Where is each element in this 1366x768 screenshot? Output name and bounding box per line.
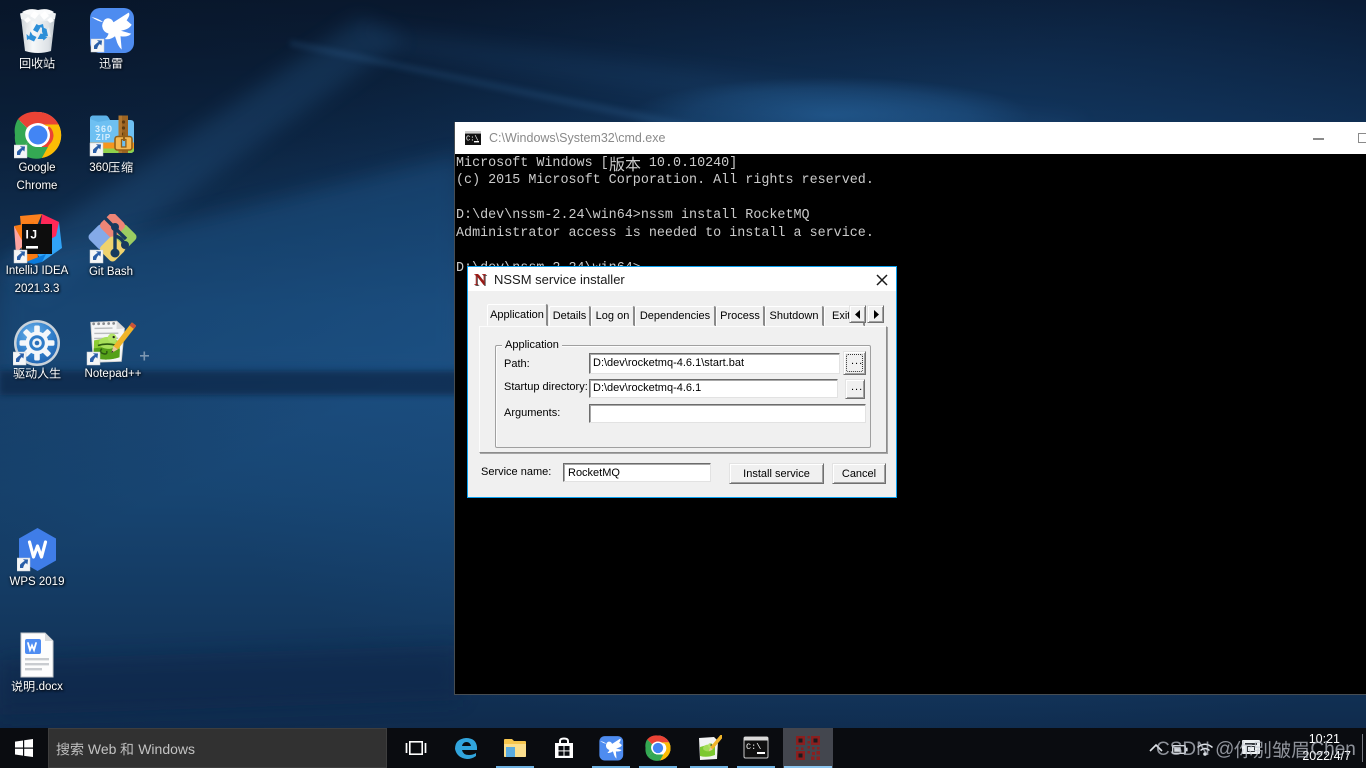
svg-text:IJ: IJ — [26, 228, 39, 242]
svg-text:C:\: C:\ — [746, 742, 761, 752]
svg-text:ZIP: ZIP — [96, 133, 111, 142]
